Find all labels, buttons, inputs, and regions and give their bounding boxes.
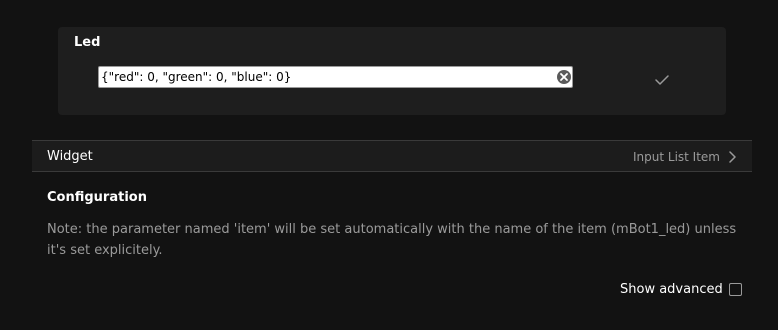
widget-value: Input List Item	[633, 150, 720, 164]
chevron-right-icon	[729, 151, 736, 163]
show-advanced-label: Show advanced	[620, 281, 723, 297]
led-value-input[interactable]	[101, 67, 551, 87]
show-advanced-checkbox[interactable]	[728, 282, 742, 296]
widget-row[interactable]: Widget Input List Item	[32, 140, 752, 172]
clear-icon[interactable]	[556, 69, 572, 85]
check-icon[interactable]	[654, 73, 670, 87]
widget-label: Widget	[47, 149, 93, 164]
led-card: Led	[58, 27, 726, 115]
led-input-container[interactable]	[98, 66, 573, 88]
configuration-title: Configuration	[47, 190, 147, 205]
configuration-note: Note: the parameter named 'item' will be…	[47, 222, 737, 258]
show-advanced-toggle[interactable]: Show advanced	[620, 280, 742, 298]
led-title: Led	[74, 35, 101, 50]
